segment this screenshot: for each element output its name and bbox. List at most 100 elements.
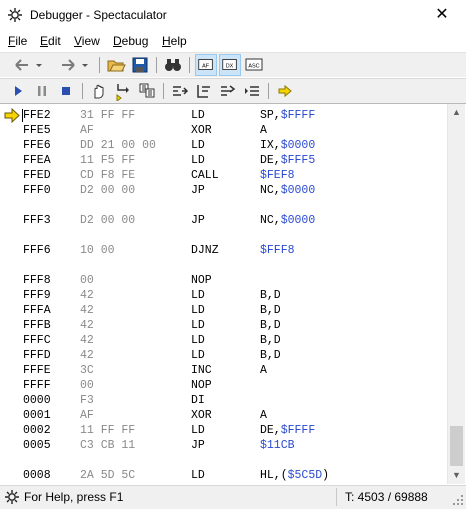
disasm-mnemonic: JP — [191, 214, 205, 227]
view-af-icon[interactable]: AF — [195, 54, 217, 76]
step-out-icon[interactable] — [170, 81, 190, 101]
disasm-row[interactable]: 0002 11 FF FF LD DE,$FFFF — [0, 423, 447, 438]
forward-dropdown-icon[interactable] — [80, 55, 90, 75]
menu-view-rest: iew — [81, 34, 100, 48]
vertical-scrollbar[interactable]: ▲ ▼ — [447, 104, 465, 484]
disasm-hex-operand[interactable]: $FFFF — [281, 424, 316, 437]
disasm-row[interactable]: FFFA 42 LD B,D — [0, 303, 447, 318]
scroll-thumb[interactable] — [450, 426, 463, 466]
disasm-row[interactable]: FFFB 42 LD B,D — [0, 318, 447, 333]
disasm-mnemonic: INC — [191, 364, 212, 377]
pause-icon[interactable] — [32, 81, 52, 101]
save-disk-icon[interactable] — [130, 55, 150, 75]
disasm-bytes: 00 — [80, 274, 94, 287]
menu-help[interactable]: Help — [162, 34, 187, 48]
disasm-row[interactable]: FFE2 31 FF FF LD SP,$FFFF — [0, 108, 447, 123]
disasm-row[interactable]: FFED CD F8 FE CALL $FEF8 — [0, 168, 447, 183]
disasm-row[interactable]: 0008 2A 5D 5C LD HL,($5C5D) — [0, 468, 447, 483]
disasm-row[interactable]: 0000 F3 DI — [0, 393, 447, 408]
step-over-icon[interactable] — [137, 81, 157, 101]
tstates-counter: T: 4503 / 69888 — [345, 490, 428, 504]
disasm-bytes: 42 — [80, 319, 94, 332]
disasm-hex-operand[interactable]: $FFF5 — [281, 154, 316, 167]
disasm-address: FFF9 — [23, 289, 51, 302]
svg-text:DX: DX — [226, 63, 234, 69]
disasm-row[interactable]: FFF0 D2 00 00 JP NC,$0000 — [0, 183, 447, 198]
disasm-hex-operand[interactable]: $5C5D — [288, 469, 323, 482]
disasm-row[interactable]: FFF8 00 NOP — [0, 273, 447, 288]
toolbar-separator — [82, 83, 83, 99]
disasm-address: 0008 — [23, 469, 51, 482]
step-into-icon[interactable] — [113, 81, 133, 101]
disasm-mnemonic: LD — [191, 154, 205, 167]
menu-view[interactable]: View — [74, 34, 100, 48]
disasm-mnemonic: DJNZ — [191, 244, 219, 257]
disasm-row[interactable]: FFFC 42 LD B,D — [0, 333, 447, 348]
disassembly-view[interactable]: FFE2 31 FF FF LD SP,$FFFF FFE5 AF XOR A FFE6 DD 2… — [0, 104, 447, 484]
disasm-address: FFE2 — [23, 109, 51, 122]
resize-grip-icon[interactable] — [452, 494, 464, 506]
disasm-row[interactable]: FFEA 11 F5 FF LD DE,$FFF5 — [0, 153, 447, 168]
disasm-operands: B,D — [260, 349, 281, 362]
disasm-mnemonic: LD — [191, 139, 205, 152]
disasm-blank-row — [0, 228, 447, 243]
status-help-text: For Help, press F1 — [24, 490, 124, 504]
back-dropdown-icon[interactable] — [34, 55, 44, 75]
disasm-hex-operand[interactable]: $0000 — [281, 139, 316, 152]
run-to-cursor-icon[interactable] — [194, 81, 214, 101]
close-button[interactable]: ✕ — [430, 4, 454, 26]
disasm-row[interactable]: FFFD 42 LD B,D — [0, 348, 447, 363]
disasm-bytes: DD 21 00 00 — [80, 139, 156, 152]
disasm-bytes: 42 — [80, 304, 94, 317]
disasm-row[interactable]: FFE6 DD 21 00 00 LD IX,$0000 — [0, 138, 447, 153]
disasm-address: FFFC — [23, 334, 51, 347]
set-next-icon[interactable] — [242, 81, 262, 101]
open-folder-icon[interactable] — [106, 55, 126, 75]
disasm-hex-operand[interactable]: $11CB — [260, 439, 295, 452]
disasm-bytes: 00 — [80, 379, 94, 392]
disasm-row[interactable]: FFFF 00 NOP — [0, 378, 447, 393]
disasm-operands: A — [260, 124, 267, 137]
disasm-row[interactable]: 0001 AF XOR A — [0, 408, 447, 423]
disasm-row[interactable]: FFE5 AF XOR A — [0, 123, 447, 138]
disasm-address: FFED — [23, 169, 51, 182]
view-asc-icon[interactable]: ASC — [244, 55, 264, 75]
disasm-hex-operand[interactable]: $0000 — [281, 184, 316, 197]
debug-toolbar — [0, 78, 466, 104]
disasm-operands: SP,$FFFF — [260, 109, 316, 122]
scroll-up-button[interactable]: ▲ — [448, 104, 465, 121]
menu-debug[interactable]: Debug — [113, 34, 148, 48]
disasm-mnemonic: LD — [191, 304, 205, 317]
disasm-hex-operand[interactable]: $FFF8 — [260, 244, 295, 257]
toolbar-separator — [189, 57, 190, 73]
toggle-breakpoint-icon[interactable] — [218, 81, 238, 101]
disasm-row[interactable]: FFFE 3C INC A — [0, 363, 447, 378]
menu-edit[interactable]: Edit — [40, 34, 61, 48]
disasm-hex-operand[interactable]: $FFFF — [281, 109, 316, 122]
run-icon[interactable] — [8, 81, 28, 101]
disasm-operands: A — [260, 364, 267, 377]
back-arrow-icon[interactable] — [12, 55, 32, 75]
disasm-mnemonic: NOP — [191, 274, 212, 287]
disasm-operands: B,D — [260, 304, 281, 317]
disasm-hex-operand[interactable]: $FEF8 — [260, 169, 295, 182]
disasm-row[interactable]: 0005 C3 CB 11 JP $11CB — [0, 438, 447, 453]
toolbar-separator — [156, 57, 157, 73]
find-binoculars-icon[interactable] — [163, 55, 183, 75]
disasm-hex-operand[interactable]: $0000 — [281, 214, 316, 227]
disasm-operands: $11CB — [260, 438, 295, 453]
menu-file[interactable]: File — [8, 34, 27, 48]
disasm-row[interactable]: FFF9 42 LD B,D — [0, 288, 447, 303]
goto-pc-icon[interactable] — [275, 81, 295, 101]
forward-arrow-icon[interactable] — [58, 55, 78, 75]
disasm-row[interactable]: FFF3 D2 00 00 JP NC,$0000 — [0, 213, 447, 228]
disasm-bytes: D2 00 00 — [80, 214, 136, 227]
disasm-row[interactable]: FFF6 10 00 DJNZ $FFF8 — [0, 243, 447, 258]
scroll-down-button[interactable]: ▼ — [448, 467, 465, 484]
hand-icon[interactable] — [89, 81, 109, 101]
disasm-blank-row — [0, 453, 447, 468]
stop-icon[interactable] — [56, 81, 76, 101]
disasm-bytes: 11 F5 FF — [80, 154, 136, 167]
menu-file-rest: ile — [15, 34, 28, 48]
view-dx-icon[interactable]: DX — [219, 54, 241, 76]
